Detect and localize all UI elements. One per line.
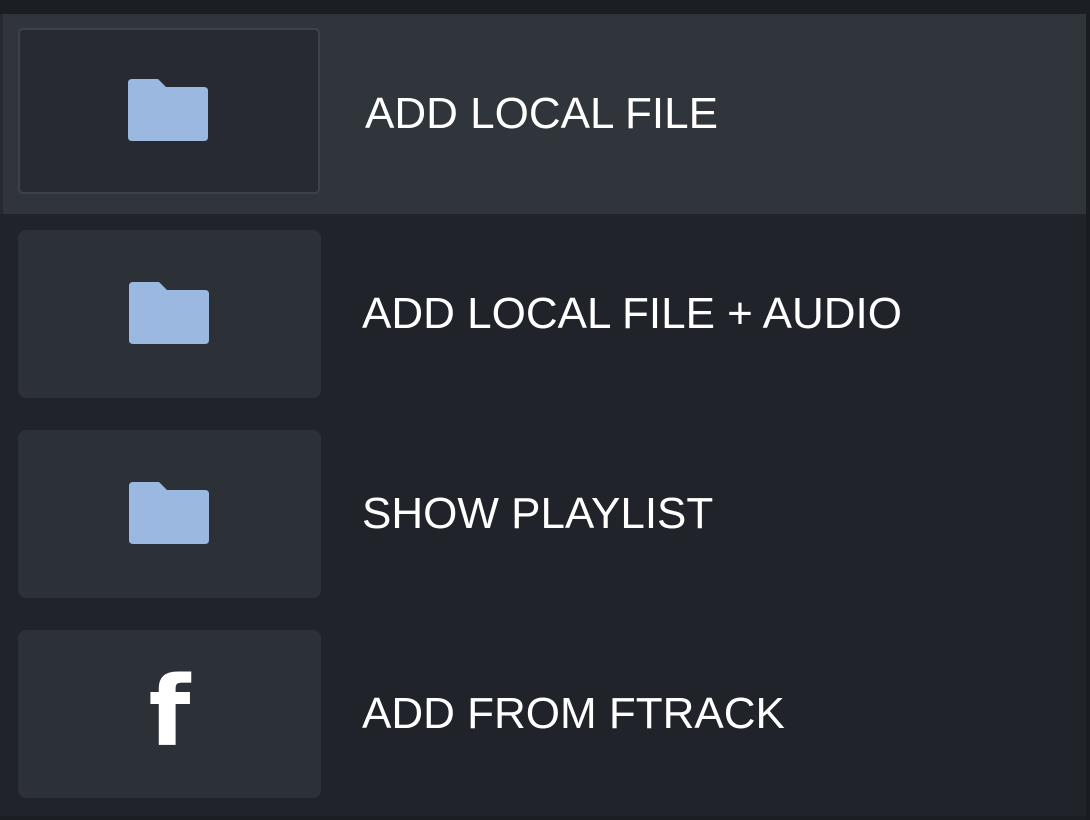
folder-icon (128, 79, 208, 141)
menu-item-label: ADD FROM FTRACK (362, 689, 785, 738)
folder-icon (128, 482, 209, 544)
menu-item-icon-tile: f (18, 630, 321, 798)
context-menu: ADD LOCAL FILE ADD LOCAL FILE + AUDIO SH… (0, 0, 1090, 820)
folder-icon (128, 282, 209, 344)
menu-item-label: ADD LOCAL FILE + AUDIO (362, 289, 902, 338)
menu-item-show-playlist[interactable]: SHOW PLAYLIST (0, 414, 1090, 614)
menu-item-icon-tile (18, 230, 321, 398)
ftrack-icon: f (148, 656, 191, 768)
menu-item-add-local-file-audio[interactable]: ADD LOCAL FILE + AUDIO (0, 214, 1090, 414)
menu-item-icon-tile (18, 430, 321, 598)
menu-item-add-local-file[interactable]: ADD LOCAL FILE (0, 14, 1090, 214)
menu-item-add-from-ftrack[interactable]: f ADD FROM FTRACK (0, 614, 1090, 814)
menu-edge (1086, 14, 1090, 820)
menu-item-icon-tile (18, 28, 320, 194)
menu-item-label: SHOW PLAYLIST (362, 489, 714, 538)
menu-item-label: ADD LOCAL FILE (365, 89, 718, 138)
